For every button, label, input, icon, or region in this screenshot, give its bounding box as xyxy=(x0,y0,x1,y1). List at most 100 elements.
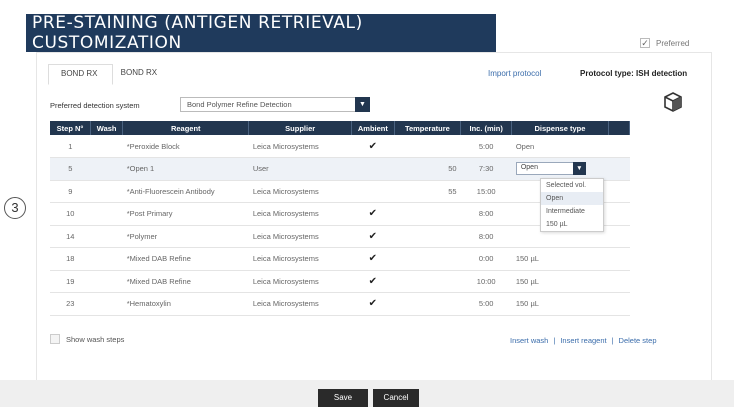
col-ambient: Ambient xyxy=(351,121,395,135)
cube-icon[interactable] xyxy=(664,92,682,112)
reagent-cell: *Hematoxylin xyxy=(122,292,249,316)
temperature-cell xyxy=(394,292,461,316)
show-wash-label: Show wash steps xyxy=(66,334,125,344)
wash-cell xyxy=(90,270,123,293)
dispense-cell: 150 µL xyxy=(511,247,609,271)
step-cell: 1 xyxy=(50,135,91,158)
wash-cell xyxy=(90,247,123,271)
preferred-label: Preferred xyxy=(656,38,690,48)
dispense-cell: Open ▼ xyxy=(511,157,609,181)
table-row[interactable]: 23 *Hematoxylin Leica Microsystems ✔ 5:0… xyxy=(50,292,630,316)
step-cell: 19 xyxy=(50,270,91,293)
tab-bond-rx[interactable]: BOND RX xyxy=(113,64,165,85)
callout-badge: 3 xyxy=(4,197,26,219)
spacer-cell xyxy=(608,135,630,158)
dropdown-option[interactable]: 150 µL xyxy=(541,218,603,231)
detection-system-label: Preferred detection system xyxy=(50,101,140,110)
save-button[interactable]: Save xyxy=(318,389,368,407)
incubation-cell: 8:00 xyxy=(460,225,512,248)
dropdown-option[interactable]: Selected vol. xyxy=(541,179,603,192)
dispense-type-select[interactable]: Open ▼ xyxy=(515,162,586,176)
preferred-toggle[interactable]: ✓ Preferred xyxy=(640,38,689,48)
spacer-cell xyxy=(608,247,630,271)
reagent-cell: *Open 1 xyxy=(122,157,249,181)
reagent-cell: *Mixed DAB Refine xyxy=(122,270,249,293)
dropdown-option[interactable]: Intermediate xyxy=(541,205,603,218)
dropdown-option-selected[interactable]: Open xyxy=(541,192,603,205)
incubation-cell: 5:00 xyxy=(460,135,512,158)
incubation-cell: 7:30 xyxy=(460,157,512,181)
wash-cell xyxy=(90,202,123,226)
supplier-cell: Leica Microsystems xyxy=(248,202,352,226)
supplier-cell: Leica Microsystems xyxy=(248,270,352,293)
reagent-cell: *Anti-Fluorescein Antibody xyxy=(122,180,249,203)
ambient-cell xyxy=(351,180,395,203)
incubation-cell: 10:00 xyxy=(460,270,512,293)
table-header-row: Step N° Wash Reagent Supplier Ambient Te… xyxy=(50,121,631,135)
temperature-cell xyxy=(394,270,461,293)
wash-cell xyxy=(90,292,123,316)
separator: | xyxy=(553,336,556,345)
col-reagent: Reagent xyxy=(122,121,250,135)
ambient-cell: ✔ xyxy=(351,225,395,248)
temperature-cell xyxy=(394,225,461,248)
supplier-cell: Leica Microsystems xyxy=(248,180,352,203)
delete-step-link[interactable]: Delete step xyxy=(619,336,657,345)
spacer-cell xyxy=(608,292,630,316)
supplier-cell: Leica Microsystems xyxy=(248,292,352,316)
show-wash-toggle[interactable]: Show wash steps xyxy=(50,334,124,344)
dispense-cell: 150 µL xyxy=(511,270,609,293)
table-row-selected[interactable]: 5 *Open 1 User 50 7:30 Open ▼ xyxy=(50,157,630,181)
ambient-cell: ✔ xyxy=(351,135,395,158)
detection-system-select[interactable]: Bond Polymer Refine Detection ▼ xyxy=(180,97,370,112)
table-row[interactable]: 18 *Mixed DAB Refine Leica Microsystems … xyxy=(50,247,630,271)
temperature-cell xyxy=(394,135,461,158)
reagent-cell: *Peroxide Block xyxy=(122,135,249,158)
page-title: PRE-STAINING (ANTIGEN RETRIEVAL) CUSTOMI… xyxy=(26,13,496,53)
supplier-cell: Leica Microsystems xyxy=(248,225,352,248)
step-cell: 9 xyxy=(50,180,91,203)
col-incubation: Inc. (min) xyxy=(460,121,513,135)
page: PRE-STAINING (ANTIGEN RETRIEVAL) CUSTOMI… xyxy=(0,0,734,407)
ambient-cell: ✔ xyxy=(351,247,395,271)
temperature-cell: 50 xyxy=(394,157,461,181)
step-cell: 5 xyxy=(50,157,91,181)
insert-reagent-link[interactable]: Insert reagent xyxy=(560,336,606,345)
table-row[interactable]: 1 *Peroxide Block Leica Microsystems ✔ 5… xyxy=(50,135,630,158)
spacer-cell xyxy=(608,157,630,181)
reagent-cell: *Polymer xyxy=(122,225,249,248)
incubation-cell: 8:00 xyxy=(460,202,512,226)
chevron-down-icon[interactable]: ▼ xyxy=(572,162,586,176)
ambient-cell: ✔ xyxy=(351,292,395,316)
supplier-cell: User xyxy=(248,157,352,181)
col-spacer xyxy=(608,121,631,135)
spacer-cell xyxy=(608,270,630,293)
dispense-cell: 150 µL xyxy=(511,292,609,316)
supplier-cell: Leica Microsystems xyxy=(248,135,352,158)
supplier-cell: Leica Microsystems xyxy=(248,247,352,271)
reagent-cell: *Post Primary xyxy=(122,202,249,226)
protocol-type-value: ISH detection xyxy=(636,69,688,78)
detection-system-value: Bond Polymer Refine Detection xyxy=(187,100,292,109)
col-dispense: Dispense type xyxy=(511,121,609,135)
tab-bond-rx-m[interactable]: BOND RX xyxy=(48,64,113,85)
chevron-down-icon[interactable]: ▼ xyxy=(355,97,370,112)
step-cell: 18 xyxy=(50,247,91,271)
protocol-type-label: Protocol type: xyxy=(580,69,634,78)
dispense-cell: Open xyxy=(511,135,609,158)
insert-wash-link[interactable]: Insert wash xyxy=(510,336,548,345)
spacer-cell xyxy=(608,180,630,203)
import-protocol-link[interactable]: Import protocol xyxy=(488,69,541,78)
col-supplier: Supplier xyxy=(248,121,352,135)
ambient-cell xyxy=(351,157,395,181)
checkbox[interactable] xyxy=(50,334,60,344)
dispense-type-value: Open xyxy=(520,164,538,172)
cancel-button[interactable]: Cancel xyxy=(373,389,419,407)
col-step: Step N° xyxy=(50,121,92,135)
step-cell: 14 xyxy=(50,225,91,248)
check-icon[interactable]: ✓ xyxy=(640,38,650,48)
ambient-cell: ✔ xyxy=(351,270,395,293)
wash-cell xyxy=(90,157,123,181)
table-row[interactable]: 19 *Mixed DAB Refine Leica Microsystems … xyxy=(50,270,630,293)
wash-cell xyxy=(90,180,123,203)
